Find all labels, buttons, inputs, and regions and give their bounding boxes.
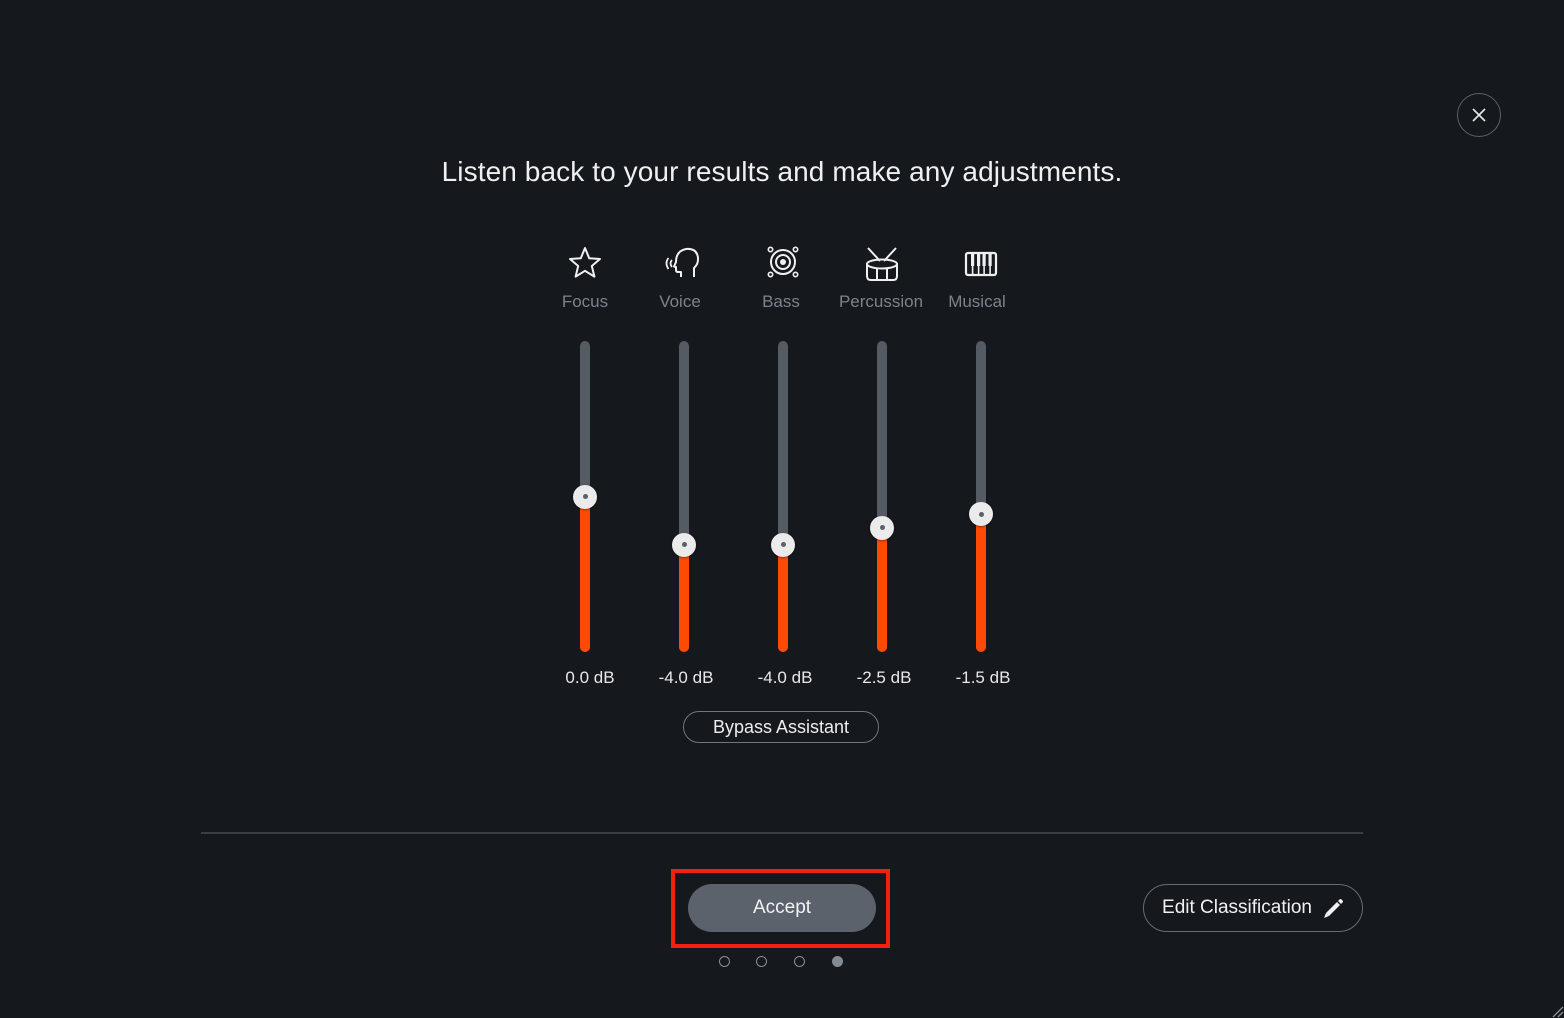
piano-keys-icon — [926, 245, 1036, 285]
slider-fill — [877, 527, 887, 652]
page-dot-3[interactable] — [794, 956, 805, 967]
close-button[interactable] — [1457, 93, 1501, 137]
page-dot-4[interactable] — [832, 956, 843, 967]
channel-label: Percussion — [838, 292, 924, 311]
drum-icon — [827, 245, 937, 285]
slider-fill — [580, 496, 590, 652]
edit-classification-label: Edit Classification — [1162, 897, 1312, 918]
slider-knob[interactable] — [573, 484, 597, 509]
star-icon — [530, 245, 640, 285]
channel-value: -1.5 dB — [955, 668, 1011, 687]
divider — [201, 832, 1363, 834]
dialog-title: Listen back to your results and make any… — [441, 156, 1123, 187]
channel-value: 0.0 dB — [565, 668, 615, 687]
page-dot-2[interactable] — [756, 956, 767, 967]
resize-grip-icon[interactable] — [1548, 1002, 1564, 1018]
voice-slider[interactable] — [672, 341, 696, 652]
slider-fill — [679, 544, 689, 652]
speaker-icon — [728, 245, 838, 285]
channel-label: Voice — [659, 292, 701, 311]
slider-fill — [778, 544, 788, 652]
focus-slider[interactable] — [573, 341, 597, 652]
channel-label: Bass — [762, 292, 800, 311]
percussion-slider[interactable] — [870, 341, 894, 652]
close-icon — [1472, 108, 1486, 122]
voice-head-icon — [629, 245, 739, 285]
accept-button[interactable]: Accept — [688, 884, 876, 932]
pagination-dots — [719, 956, 849, 968]
slider-knob[interactable] — [870, 515, 894, 540]
slider-knob[interactable] — [771, 532, 795, 557]
bass-slider[interactable] — [771, 341, 795, 652]
channel-value: -4.0 dB — [658, 668, 714, 687]
musical-slider[interactable] — [969, 341, 993, 652]
channel-label: Focus — [561, 292, 609, 311]
channel-value: -4.0 dB — [757, 668, 813, 687]
bypass-assistant-button[interactable]: Bypass Assistant — [683, 711, 879, 743]
pencil-icon — [1323, 899, 1343, 918]
slider-knob[interactable] — [969, 502, 993, 527]
page-dot-1[interactable] — [719, 956, 730, 967]
channel-value: -2.5 dB — [856, 668, 912, 687]
slider-knob[interactable] — [672, 532, 696, 557]
edit-classification-button[interactable]: Edit Classification — [1143, 884, 1363, 932]
slider-fill — [976, 514, 986, 652]
channel-label: Musical — [948, 292, 1006, 311]
